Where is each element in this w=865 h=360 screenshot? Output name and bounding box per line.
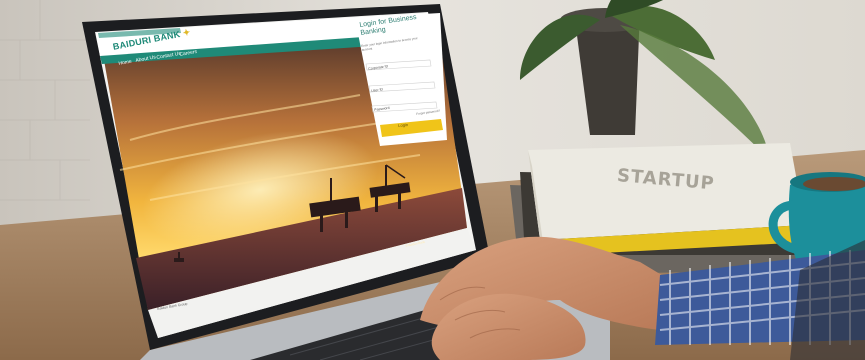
brand-mark-icon: ✦	[181, 26, 192, 39]
login-button[interactable]: Login	[398, 122, 408, 128]
photo-scene	[0, 0, 865, 360]
